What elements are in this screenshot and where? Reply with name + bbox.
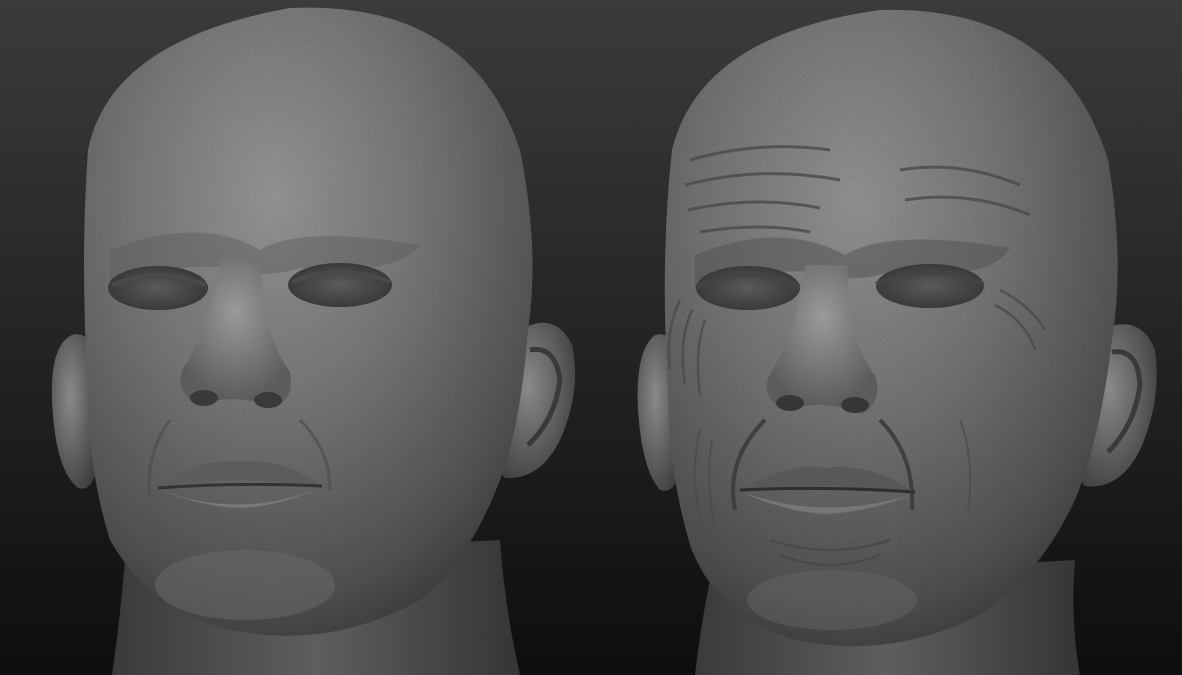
smooth-head xyxy=(51,7,576,675)
eye-right xyxy=(288,263,392,307)
eye-left xyxy=(108,266,208,310)
chin xyxy=(747,570,917,630)
sculpt-render xyxy=(0,0,1182,675)
nostril-right xyxy=(841,397,869,413)
nostril-left xyxy=(190,390,218,406)
eye-right xyxy=(876,264,984,308)
nostril-right xyxy=(254,392,282,408)
nostril-left xyxy=(776,395,804,411)
chin xyxy=(155,550,335,620)
skin-texture xyxy=(84,7,533,636)
render-viewport xyxy=(0,0,1182,675)
eye-left xyxy=(696,266,800,310)
